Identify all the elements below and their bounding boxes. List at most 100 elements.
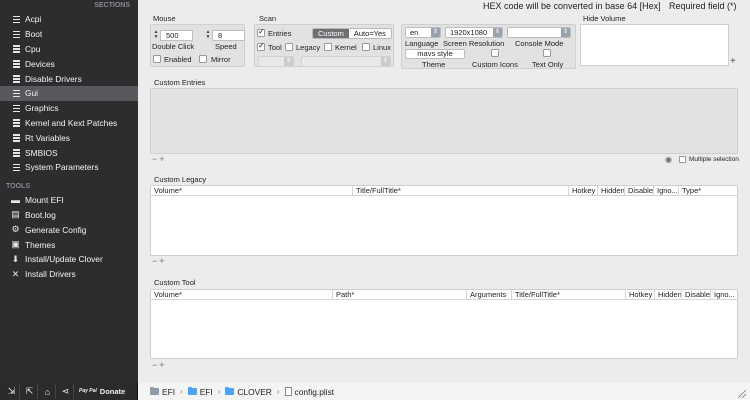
enabled-checkbox[interactable] [153,55,161,63]
sidebar-item-gui[interactable]: Gui [0,85,138,101]
linux-checkbox[interactable] [362,43,370,51]
add-volume-button[interactable]: + [730,56,736,67]
home-icon[interactable]: ⌂ [40,384,56,399]
eye-icon: ◉ [665,155,672,164]
sidebar-item-boot[interactable]: Boot [0,27,138,42]
custom-legacy-table[interactable]: Volume* Title/FullTitle* Hotkey Hidden D… [150,185,738,256]
chevron-updown-icon: ⇕ [381,57,390,66]
import-icon[interactable]: ⇲ [4,384,20,399]
col-arguments[interactable]: Arguments [466,290,511,300]
col-disable[interactable]: Disable [681,290,710,300]
sidebar-item-acpi[interactable]: Acpi [0,12,138,27]
speed-input[interactable]: 8 [212,30,245,41]
resize-grip-icon[interactable] [738,390,746,398]
resolution-popup[interactable]: 1920x1080 ⇕ [445,27,503,38]
segment-auto-yes[interactable]: Auto=Yes [348,29,391,38]
sidebar-item-devices[interactable]: Devices [0,56,138,71]
list-icon [11,104,20,113]
sidebar-item-graphics[interactable]: Graphics [0,101,138,116]
double-click-stepper[interactable]: ▲ ▼ [153,30,159,41]
custom-entries-add-remove[interactable]: −+ [152,154,167,164]
custom-entries-box[interactable] [150,88,738,154]
multiple-selection-checkbox[interactable] [678,156,686,163]
custom-legacy-label: Custom Legacy [154,175,207,184]
segment-custom[interactable]: Custom [313,29,349,38]
col-type[interactable]: Type* [678,186,739,196]
tools-list: ▬ Mount EFI ▤ Boot.log ⚙ Generate Config ▣ T… [0,193,138,282]
multiple-selection[interactable]: ◉ Multiple selection [665,155,739,164]
custom-entries-label: Custom Entries [154,78,206,87]
language-popup[interactable]: en ⇕ [405,27,441,38]
path-crumb-efi-folder[interactable]: EFI [187,386,213,397]
tool-checkbox[interactable] [257,41,265,51]
path-separator-icon: › [217,387,221,396]
list-icon [11,133,20,142]
path-crumb-config[interactable]: config.plist [284,387,334,397]
custom-icons-checkbox[interactable] [491,49,499,57]
custom-tool-header: Volume* Path* Arguments Title/FullTitle*… [151,290,737,300]
tool-boot-log[interactable]: ▤ Boot.log [0,208,138,223]
console-mode-popup[interactable]: ⇕ [507,27,571,38]
sidebar-item-kernel-kext-patches[interactable]: Kernel and Kext Patches [0,116,138,131]
tool-themes[interactable]: ▣ Themes [0,237,138,252]
chevron-updown-icon: ⇕ [284,57,293,66]
col-hotkey[interactable]: Hotkey [625,290,654,300]
path-separator-icon: › [180,387,183,396]
custom-tool-table[interactable]: Volume* Path* Arguments Title/FullTitle*… [150,289,738,359]
text-only-checkbox[interactable] [543,49,551,57]
col-ignore[interactable]: Igno... [710,290,739,300]
bottom-bar: ⇲ ⇱ ⌂ ⋖ Pay Pal Donate EFI › EFI › CLOVE… [0,383,750,400]
mirror-label: Mirror [211,55,231,64]
legacy-popup[interactable]: ⇕ [258,56,294,67]
folder-icon [225,386,235,395]
paypal-icon: Pay Pal [79,388,97,394]
col-ignore[interactable]: Igno... [653,186,678,196]
col-volume[interactable]: Volume* [151,290,332,300]
chevron-updown-icon: ⇕ [561,28,570,37]
path-crumb-efi-drive[interactable]: EFI [150,386,175,397]
custom-legacy-header: Volume* Title/FullTitle* Hotkey Hidden D… [151,186,737,196]
tool-mount-efi[interactable]: ▬ Mount EFI [0,193,138,208]
hide-volume-list[interactable] [580,24,729,66]
sidebar-item-rt-variables[interactable]: Rt Variables [0,130,138,145]
tool-generate-config[interactable]: ⚙ Generate Config [0,222,138,237]
col-hotkey[interactable]: Hotkey [568,186,597,196]
custom-tool-label: Custom Tool [154,278,196,287]
custom-legacy-add-remove[interactable]: −+ [152,256,167,266]
custom-auto-segmented[interactable]: Custom Auto=Yes [312,28,392,39]
col-hidden[interactable]: Hidden [597,186,624,196]
list-icon [11,163,20,172]
double-click-input[interactable]: 500 [160,30,193,41]
mirror-checkbox[interactable] [199,55,207,63]
col-hidden[interactable]: Hidden [654,290,681,300]
tools-header: TOOLS [6,182,30,190]
share-icon[interactable]: ⋖ [58,384,74,399]
kernel-popup[interactable]: ⇕ [301,56,391,67]
sidebar-item-cpu[interactable]: Cpu [0,42,138,57]
enabled-label: Enabled [164,55,192,64]
custom-tool-add-remove[interactable]: −+ [152,360,167,370]
sidebar-item-smbios[interactable]: SMBIOS [0,145,138,160]
disk-icon: ▬ [11,194,20,205]
list-icon [11,74,20,83]
sidebar-item-disable-drivers[interactable]: Disable Drivers [0,71,138,86]
col-disable[interactable]: Disable [624,186,653,196]
entries-checkbox[interactable] [257,27,265,37]
tool-install-update-clover[interactable]: ⬇ Install/Update Clover [0,252,138,267]
speed-stepper[interactable]: ▲ ▼ [205,30,211,41]
kernel-checkbox[interactable] [324,43,332,51]
export-icon[interactable]: ⇱ [22,384,38,399]
legacy-checkbox[interactable] [285,43,293,51]
donate-button[interactable]: Pay Pal Donate [76,384,128,399]
col-title[interactable]: Title/FullTitle* [352,186,568,196]
header-notes: HEX code will be converted in base 64 [H… [138,1,750,13]
sidebar-item-system-parameters[interactable]: System Parameters [0,160,138,175]
col-title[interactable]: Title/FullTitle* [511,290,625,300]
themes-icon: ▣ [11,239,20,250]
theme-button[interactable]: mavs style [405,49,465,59]
tool-install-drivers[interactable]: ✕ Install Drivers [0,267,138,282]
col-volume[interactable]: Volume* [151,186,352,196]
col-path[interactable]: Path* [332,290,466,300]
multiple-selection-label: Multiple selection [688,156,739,163]
path-crumb-clover[interactable]: CLOVER [225,386,272,397]
